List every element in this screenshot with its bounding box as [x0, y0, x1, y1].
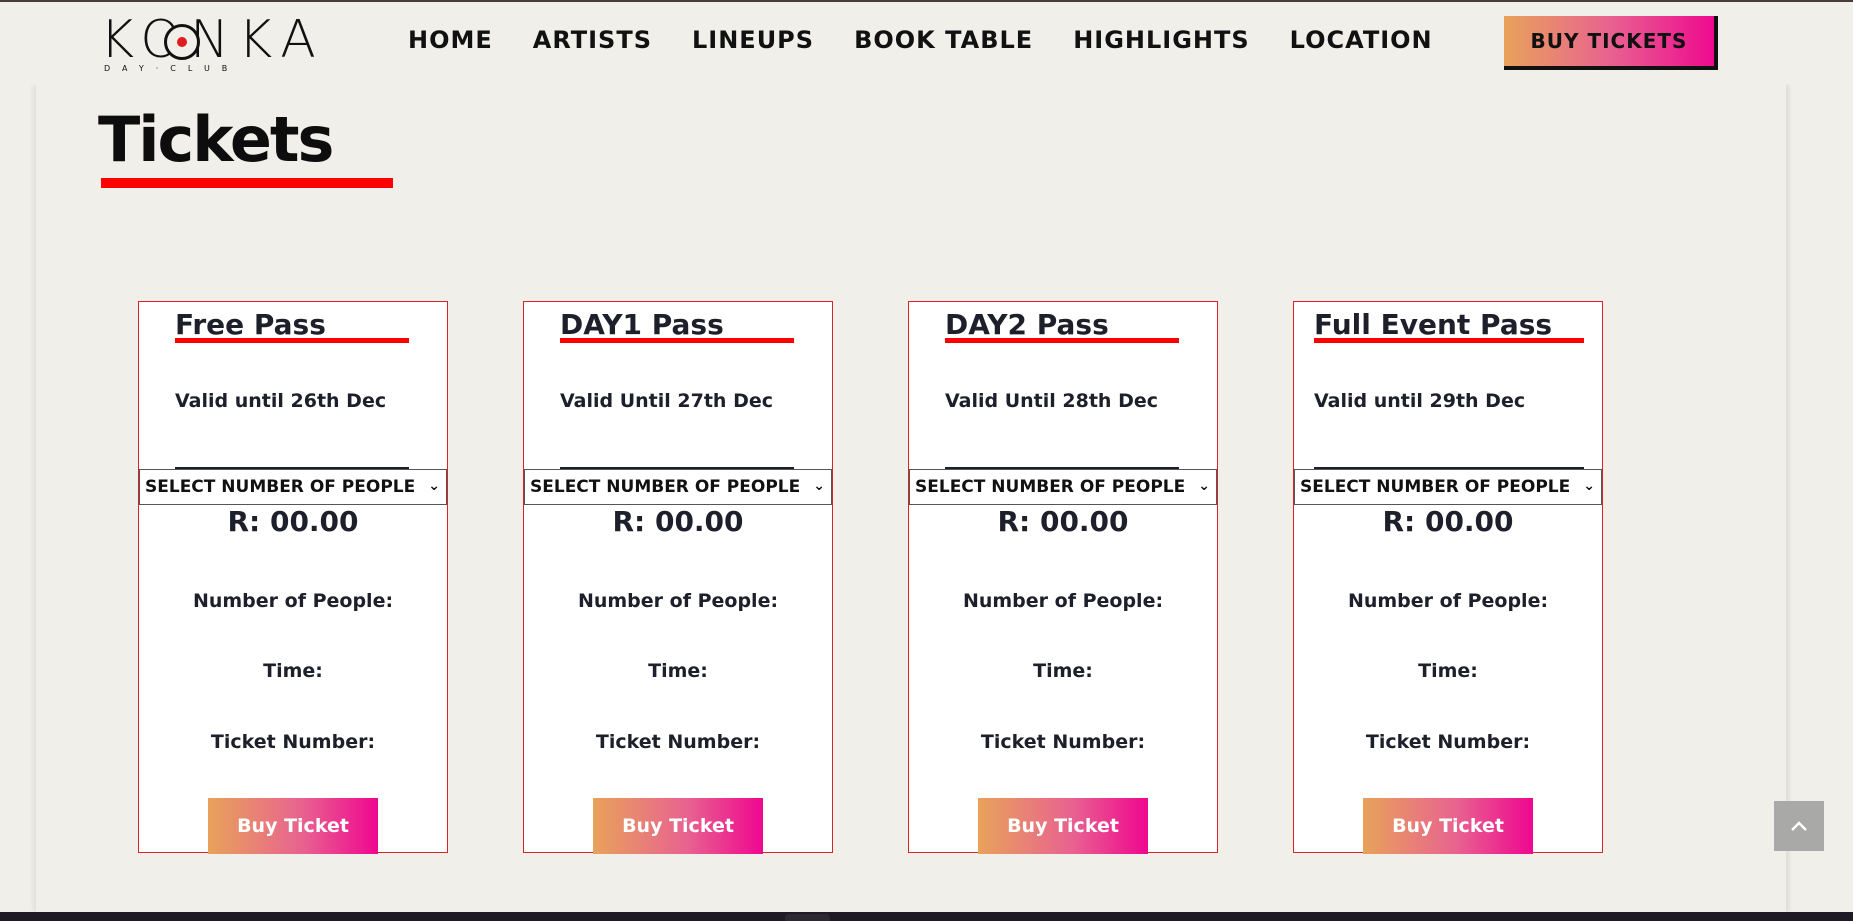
card-price: R: 00.00 [227, 505, 359, 538]
time-label: Time: [1033, 660, 1093, 682]
footer-band [0, 912, 1853, 921]
nav-artists[interactable]: ARTISTS [533, 26, 652, 54]
page-title: Tickets [98, 103, 334, 176]
chevron-up-icon [1791, 821, 1807, 831]
card-price: R: 00.00 [612, 505, 744, 538]
card-valid-date: Valid Until 28th Dec [945, 390, 1158, 412]
card-valid-date: Valid Until 27th Dec [560, 390, 773, 412]
nav-home[interactable]: HOME [408, 26, 493, 54]
card-valid-date: Valid until 26th Dec [175, 390, 387, 412]
logo-subtitle: DAY·CLUB [104, 64, 240, 73]
ticket-number-label: Ticket Number: [980, 731, 1146, 753]
number-of-people-label: Number of People: [1347, 590, 1549, 612]
card-price: R: 00.00 [997, 505, 1129, 538]
card-price: R: 00.00 [1382, 505, 1514, 538]
ticket-number-label: Ticket Number: [595, 731, 761, 753]
scroll-to-top-button[interactable] [1774, 801, 1824, 851]
site-header: KONKA DAY·CLUB HOME ARTISTS LINEUPS BOOK… [0, 2, 1853, 84]
title-underline [101, 178, 393, 188]
nav-lineups[interactable]: LINEUPS [692, 26, 814, 54]
buy-ticket-button[interactable]: Buy Ticket [593, 798, 763, 854]
number-of-people-label: Number of People: [577, 590, 779, 612]
card-title-underline [1314, 338, 1584, 343]
ticket-card-free-pass: Free Pass Valid until 26th Dec SELECT NU… [138, 301, 448, 854]
people-select[interactable]: SELECT NUMBER OF PEOPLE ⌄ [1294, 469, 1602, 505]
chevron-down-icon: ⌄ [1583, 478, 1595, 494]
chevron-down-icon: ⌄ [813, 478, 825, 494]
footer-tab [785, 914, 830, 921]
number-of-people-label: Number of People: [192, 590, 394, 612]
main-nav: HOME ARTISTS LINEUPS BOOK TABLE HIGHLIGH… [408, 26, 1473, 54]
nav-location[interactable]: LOCATION [1290, 26, 1433, 54]
people-select[interactable]: SELECT NUMBER OF PEOPLE ⌄ [524, 469, 832, 505]
buy-tickets-button[interactable]: BUY TICKETS [1504, 16, 1718, 70]
buy-ticket-button[interactable]: Buy Ticket [208, 798, 378, 854]
ticket-card-day1-pass: DAY1 Pass Valid Until 27th Dec SELECT NU… [523, 301, 833, 854]
ticket-card-full-event-pass: Full Event Pass Valid until 29th Dec SEL… [1293, 301, 1603, 854]
number-of-people-label: Number of People: [962, 590, 1164, 612]
konka-logo[interactable]: KONKA DAY·CLUB [100, 14, 332, 76]
logo-ring-icon [164, 24, 200, 60]
people-select-label: SELECT NUMBER OF PEOPLE [1300, 477, 1571, 497]
time-label: Time: [648, 660, 708, 682]
card-valid-date: Valid until 29th Dec [1314, 390, 1526, 412]
time-label: Time: [1418, 660, 1478, 682]
chevron-down-icon: ⌄ [1198, 478, 1210, 494]
card-title-underline [175, 338, 409, 343]
ticket-card-day2-pass: DAY2 Pass Valid Until 28th Dec SELECT NU… [908, 301, 1218, 854]
time-label: Time: [263, 660, 323, 682]
ticket-number-label: Ticket Number: [210, 731, 376, 753]
people-select[interactable]: SELECT NUMBER OF PEOPLE ⌄ [909, 469, 1217, 505]
people-select-label: SELECT NUMBER OF PEOPLE [530, 477, 801, 497]
card-title-underline [560, 338, 794, 343]
people-select-label: SELECT NUMBER OF PEOPLE [915, 477, 1186, 497]
buy-ticket-button[interactable]: Buy Ticket [1363, 798, 1533, 854]
buy-ticket-button[interactable]: Buy Ticket [978, 798, 1148, 854]
ticket-number-label: Ticket Number: [1365, 731, 1531, 753]
card-title-underline [945, 338, 1179, 343]
logo-wordmark: KONKA [100, 10, 325, 70]
chevron-down-icon: ⌄ [428, 478, 440, 494]
people-select[interactable]: SELECT NUMBER OF PEOPLE ⌄ [139, 469, 447, 505]
nav-highlights[interactable]: HIGHLIGHTS [1073, 26, 1249, 54]
people-select-label: SELECT NUMBER OF PEOPLE [145, 477, 416, 497]
nav-book-table[interactable]: BOOK TABLE [854, 26, 1033, 54]
